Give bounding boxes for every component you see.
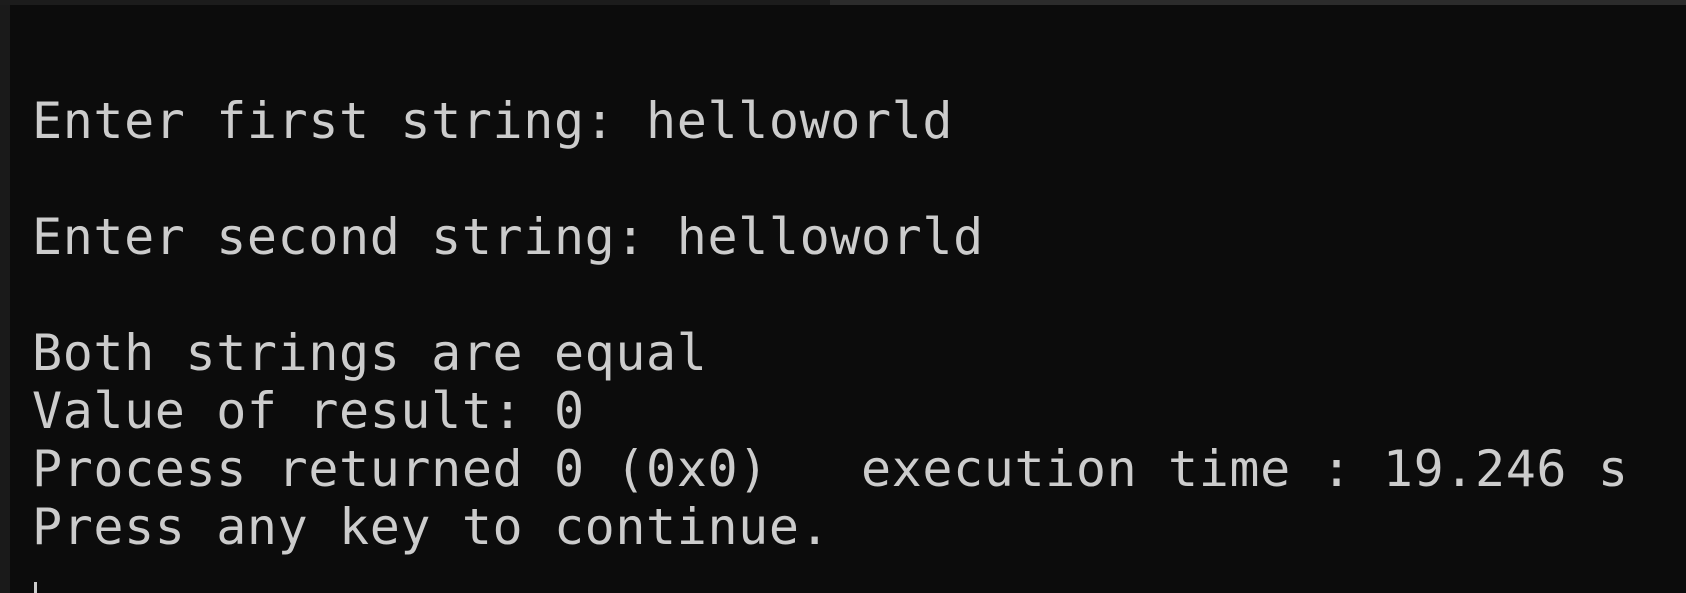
console-output: Enter first string: helloworld Enter sec…	[32, 92, 1672, 556]
console-line-continue-prompt: Press any key to continue.	[32, 498, 831, 556]
console-line-comparison-result: Both strings are equal	[32, 324, 708, 382]
console-line-result-value: Value of result: 0	[32, 382, 585, 440]
console-window[interactable]: Enter first string: helloworld Enter sec…	[0, 0, 1686, 593]
window-top-border-right	[830, 0, 1686, 5]
console-line-prompt-second: Enter second string: helloworld	[32, 208, 984, 266]
console-line-prompt-first: Enter first string: helloworld	[32, 92, 954, 150]
text-cursor	[34, 582, 37, 593]
console-line-process-status: Process returned 0 (0x0) execution time …	[32, 440, 1629, 498]
window-top-border	[0, 0, 830, 5]
window-left-border	[0, 0, 10, 593]
